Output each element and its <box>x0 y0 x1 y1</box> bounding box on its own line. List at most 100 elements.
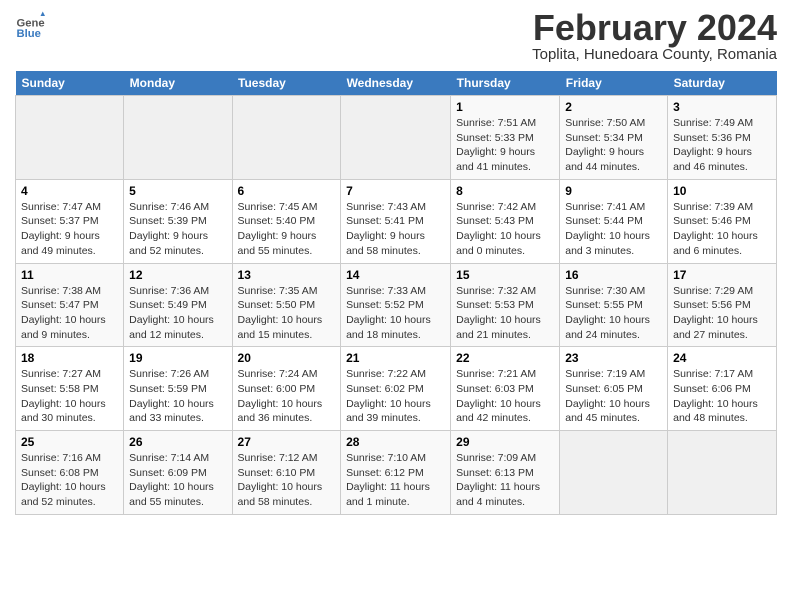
week-row-2: 4 Sunrise: 7:47 AM Sunset: 5:37 PM Daylig… <box>16 179 777 263</box>
calendar-cell: 5Sunrise: 7:46 AM Sunset: 5:39 PM Daylig… <box>124 179 232 263</box>
page-header: General Blue February 2024 Toplita, Hune… <box>15 10 777 63</box>
day-info: Sunrise: 7:14 AM Sunset: 6:09 PM Dayligh… <box>129 451 226 510</box>
day-number: 6 <box>238 184 336 198</box>
day-info: Sunrise: 7:51 AM Sunset: 5:33 PM Dayligh… <box>456 116 554 175</box>
day-number: 13 <box>238 268 336 282</box>
day-info: Sunrise: 7:27 AM Sunset: 5:58 PM Dayligh… <box>21 367 118 426</box>
calendar-cell: 27Sunrise: 7:12 AM Sunset: 6:10 PM Dayli… <box>232 431 341 515</box>
calendar-cell: 3 Sunrise: 7:49 AM Sunset: 5:36 PM Daylig… <box>668 96 777 180</box>
day-info: Sunrise: 7:39 AM Sunset: 5:46 PM Dayligh… <box>673 200 771 259</box>
logo: General Blue <box>15 10 45 40</box>
day-info: Sunrise: 7:16 AM Sunset: 6:08 PM Dayligh… <box>21 451 118 510</box>
calendar-cell: 16 Sunrise: 7:30 AM Sunset: 5:55 PM Dayli… <box>560 263 668 347</box>
calendar-cell <box>124 96 232 180</box>
location-title: Toplita, Hunedoara County, Romania <box>532 46 777 63</box>
day-number: 7 <box>346 184 445 198</box>
week-row-3: 11 Sunrise: 7:38 AM Sunset: 5:47 PM Dayli… <box>16 263 777 347</box>
day-number: 25 <box>21 435 118 449</box>
day-number: 4 <box>21 184 118 198</box>
day-number: 2 <box>565 100 662 114</box>
day-number: 18 <box>21 351 118 365</box>
day-number: 29 <box>456 435 554 449</box>
day-info: Sunrise: 7:12 AM Sunset: 6:10 PM Dayligh… <box>238 451 336 510</box>
calendar-table: SundayMondayTuesdayWednesdayThursdayFrid… <box>15 71 777 515</box>
day-info: Sunrise: 7:33 AM Sunset: 5:52 PM Dayligh… <box>346 284 445 343</box>
day-number: 15 <box>456 268 554 282</box>
day-number: 24 <box>673 351 771 365</box>
day-number: 11 <box>21 268 118 282</box>
weekday-header-saturday: Saturday <box>668 71 777 96</box>
weekday-header-wednesday: Wednesday <box>341 71 451 96</box>
day-info: Sunrise: 7:30 AM Sunset: 5:55 PM Dayligh… <box>565 284 662 343</box>
day-number: 12 <box>129 268 226 282</box>
day-number: 21 <box>346 351 445 365</box>
calendar-body: 1 Sunrise: 7:51 AM Sunset: 5:33 PM Daylig… <box>16 96 777 515</box>
day-number: 3 <box>673 100 771 114</box>
day-number: 8 <box>456 184 554 198</box>
calendar-cell: 25 Sunrise: 7:16 AM Sunset: 6:08 PM Dayli… <box>16 431 124 515</box>
day-info: Sunrise: 7:38 AM Sunset: 5:47 PM Dayligh… <box>21 284 118 343</box>
calendar-cell: 18 Sunrise: 7:27 AM Sunset: 5:58 PM Dayli… <box>16 347 124 431</box>
calendar-cell: 28 Sunrise: 7:10 AM Sunset: 6:12 PM Dayli… <box>341 431 451 515</box>
week-row-5: 25 Sunrise: 7:16 AM Sunset: 6:08 PM Dayli… <box>16 431 777 515</box>
calendar-cell: 13 Sunrise: 7:35 AM Sunset: 5:50 PM Dayli… <box>232 263 341 347</box>
day-number: 20 <box>238 351 336 365</box>
day-info: Sunrise: 7:47 AM Sunset: 5:37 PM Dayligh… <box>21 200 118 259</box>
day-info: Sunrise: 7:17 AM Sunset: 6:06 PM Dayligh… <box>673 367 771 426</box>
calendar-cell: 20 Sunrise: 7:24 AM Sunset: 6:00 PM Dayli… <box>232 347 341 431</box>
calendar-cell: 11 Sunrise: 7:38 AM Sunset: 5:47 PM Dayli… <box>16 263 124 347</box>
day-info: Sunrise: 7:46 AM Sunset: 5:39 PM Dayligh… <box>129 200 226 259</box>
calendar-cell <box>668 431 777 515</box>
month-title: February 2024 <box>532 10 777 46</box>
calendar-cell <box>16 96 124 180</box>
calendar-cell: 2 Sunrise: 7:50 AM Sunset: 5:34 PM Daylig… <box>560 96 668 180</box>
day-info: Sunrise: 7:09 AM Sunset: 6:13 PM Dayligh… <box>456 451 554 510</box>
day-number: 14 <box>346 268 445 282</box>
day-number: 10 <box>673 184 771 198</box>
day-number: 16 <box>565 268 662 282</box>
weekday-header-sunday: Sunday <box>16 71 124 96</box>
day-info: Sunrise: 7:36 AM Sunset: 5:49 PM Dayligh… <box>129 284 226 343</box>
calendar-cell: 14 Sunrise: 7:33 AM Sunset: 5:52 PM Dayli… <box>341 263 451 347</box>
calendar-cell: 17 Sunrise: 7:29 AM Sunset: 5:56 PM Dayli… <box>668 263 777 347</box>
calendar-cell: 8 Sunrise: 7:42 AM Sunset: 5:43 PM Daylig… <box>451 179 560 263</box>
day-info: Sunrise: 7:50 AM Sunset: 5:34 PM Dayligh… <box>565 116 662 175</box>
calendar-cell: 24 Sunrise: 7:17 AM Sunset: 6:06 PM Dayli… <box>668 347 777 431</box>
day-number: 19 <box>129 351 226 365</box>
calendar-cell: 23 Sunrise: 7:19 AM Sunset: 6:05 PM Dayli… <box>560 347 668 431</box>
day-number: 28 <box>346 435 445 449</box>
day-info: Sunrise: 7:10 AM Sunset: 6:12 PM Dayligh… <box>346 451 445 510</box>
calendar-cell: 6Sunrise: 7:45 AM Sunset: 5:40 PM Daylig… <box>232 179 341 263</box>
day-info: Sunrise: 7:29 AM Sunset: 5:56 PM Dayligh… <box>673 284 771 343</box>
day-info: Sunrise: 7:49 AM Sunset: 5:36 PM Dayligh… <box>673 116 771 175</box>
day-number: 22 <box>456 351 554 365</box>
svg-text:Blue: Blue <box>17 28 41 40</box>
day-info: Sunrise: 7:24 AM Sunset: 6:00 PM Dayligh… <box>238 367 336 426</box>
day-number: 17 <box>673 268 771 282</box>
weekday-header-thursday: Thursday <box>451 71 560 96</box>
calendar-cell: 29 Sunrise: 7:09 AM Sunset: 6:13 PM Dayli… <box>451 431 560 515</box>
calendar-cell: 15 Sunrise: 7:32 AM Sunset: 5:53 PM Dayli… <box>451 263 560 347</box>
week-row-1: 1 Sunrise: 7:51 AM Sunset: 5:33 PM Daylig… <box>16 96 777 180</box>
day-info: Sunrise: 7:42 AM Sunset: 5:43 PM Dayligh… <box>456 200 554 259</box>
day-info: Sunrise: 7:32 AM Sunset: 5:53 PM Dayligh… <box>456 284 554 343</box>
day-info: Sunrise: 7:41 AM Sunset: 5:44 PM Dayligh… <box>565 200 662 259</box>
calendar-cell: 10 Sunrise: 7:39 AM Sunset: 5:46 PM Dayli… <box>668 179 777 263</box>
day-info: Sunrise: 7:19 AM Sunset: 6:05 PM Dayligh… <box>565 367 662 426</box>
calendar-cell: 19Sunrise: 7:26 AM Sunset: 5:59 PM Dayli… <box>124 347 232 431</box>
day-number: 23 <box>565 351 662 365</box>
calendar-cell <box>341 96 451 180</box>
calendar-cell: 1 Sunrise: 7:51 AM Sunset: 5:33 PM Daylig… <box>451 96 560 180</box>
day-info: Sunrise: 7:43 AM Sunset: 5:41 PM Dayligh… <box>346 200 445 259</box>
calendar-cell: 22 Sunrise: 7:21 AM Sunset: 6:03 PM Dayli… <box>451 347 560 431</box>
calendar-cell: 21 Sunrise: 7:22 AM Sunset: 6:02 PM Dayli… <box>341 347 451 431</box>
day-info: Sunrise: 7:22 AM Sunset: 6:02 PM Dayligh… <box>346 367 445 426</box>
day-number: 26 <box>129 435 226 449</box>
day-info: Sunrise: 7:21 AM Sunset: 6:03 PM Dayligh… <box>456 367 554 426</box>
day-number: 9 <box>565 184 662 198</box>
weekday-header-tuesday: Tuesday <box>232 71 341 96</box>
day-info: Sunrise: 7:35 AM Sunset: 5:50 PM Dayligh… <box>238 284 336 343</box>
calendar-cell: 12 Sunrise: 7:36 AM Sunset: 5:49 PM Dayli… <box>124 263 232 347</box>
calendar-cell: 9 Sunrise: 7:41 AM Sunset: 5:44 PM Daylig… <box>560 179 668 263</box>
day-number: 1 <box>456 100 554 114</box>
